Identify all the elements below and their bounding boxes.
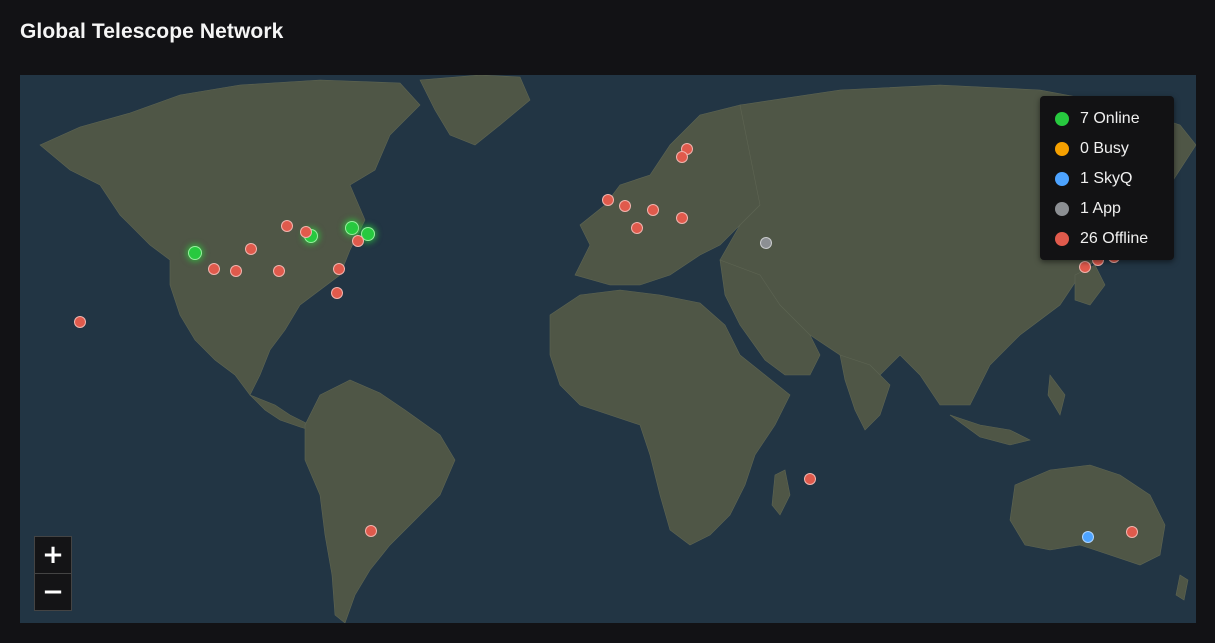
- telescope-marker-offline[interactable]: [602, 194, 614, 207]
- page-title: Global Telescope Network: [20, 20, 284, 43]
- legend-item-app: 1 App: [1040, 194, 1174, 224]
- legend-item-busy: 0 Busy: [1040, 134, 1174, 164]
- telescope-marker-online[interactable]: [344, 221, 359, 236]
- map-basemap: [20, 75, 1196, 623]
- telescope-marker-offline[interactable]: [365, 525, 378, 537]
- telescope-marker-offline[interactable]: [207, 262, 220, 275]
- status-legend: 7 Online 0 Busy 1 SkyQ 1 App 26 Offline: [1040, 96, 1174, 260]
- telescope-marker-offline[interactable]: [646, 204, 659, 217]
- telescope-marker-offline[interactable]: [281, 219, 294, 232]
- telescope-marker-offline[interactable]: [351, 235, 364, 248]
- telescope-marker-offline[interactable]: [631, 221, 644, 234]
- telescope-marker-offline[interactable]: [245, 243, 258, 256]
- legend-item-online: 7 Online: [1040, 104, 1174, 134]
- telescope-marker-offline[interactable]: [1125, 526, 1138, 539]
- telescope-marker-online[interactable]: [187, 246, 202, 261]
- busy-dot-icon: [1055, 142, 1069, 156]
- telescope-marker-offline[interactable]: [804, 473, 817, 486]
- telescope-marker-offline[interactable]: [300, 225, 313, 238]
- telescope-marker-offline[interactable]: [1078, 260, 1091, 273]
- telescope-marker-offline[interactable]: [230, 265, 242, 278]
- telescope-marker-offline[interactable]: [619, 200, 632, 213]
- telescope-marker-offline[interactable]: [331, 287, 344, 300]
- telescope-marker-app[interactable]: [759, 236, 772, 249]
- legend-label: 1 App: [1080, 200, 1121, 217]
- telescope-marker-offline[interactable]: [675, 151, 688, 164]
- legend-label: 7 Online: [1080, 110, 1140, 127]
- zoom-control: + −: [34, 536, 72, 611]
- app-dot-icon: [1055, 202, 1069, 216]
- zoom-out-button[interactable]: −: [35, 573, 71, 610]
- legend-item-offline: 26 Offline: [1040, 224, 1174, 254]
- legend-label: 1 SkyQ: [1080, 170, 1133, 187]
- telescope-marker-offline[interactable]: [74, 316, 86, 329]
- telescope-marker-offline[interactable]: [272, 264, 285, 277]
- legend-item-skyq: 1 SkyQ: [1040, 164, 1174, 194]
- zoom-in-button[interactable]: +: [35, 537, 71, 573]
- online-dot-icon: [1055, 112, 1069, 126]
- legend-label: 26 Offline: [1080, 230, 1149, 247]
- skyq-dot-icon: [1055, 172, 1069, 186]
- telescope-marker-offline[interactable]: [675, 211, 688, 224]
- legend-label: 0 Busy: [1080, 140, 1129, 157]
- offline-dot-icon: [1055, 232, 1069, 246]
- world-map[interactable]: 7 Online 0 Busy 1 SkyQ 1 App 26 Offline …: [20, 75, 1196, 623]
- telescope-marker-skyq[interactable]: [1082, 530, 1094, 543]
- telescope-marker-offline[interactable]: [332, 262, 345, 275]
